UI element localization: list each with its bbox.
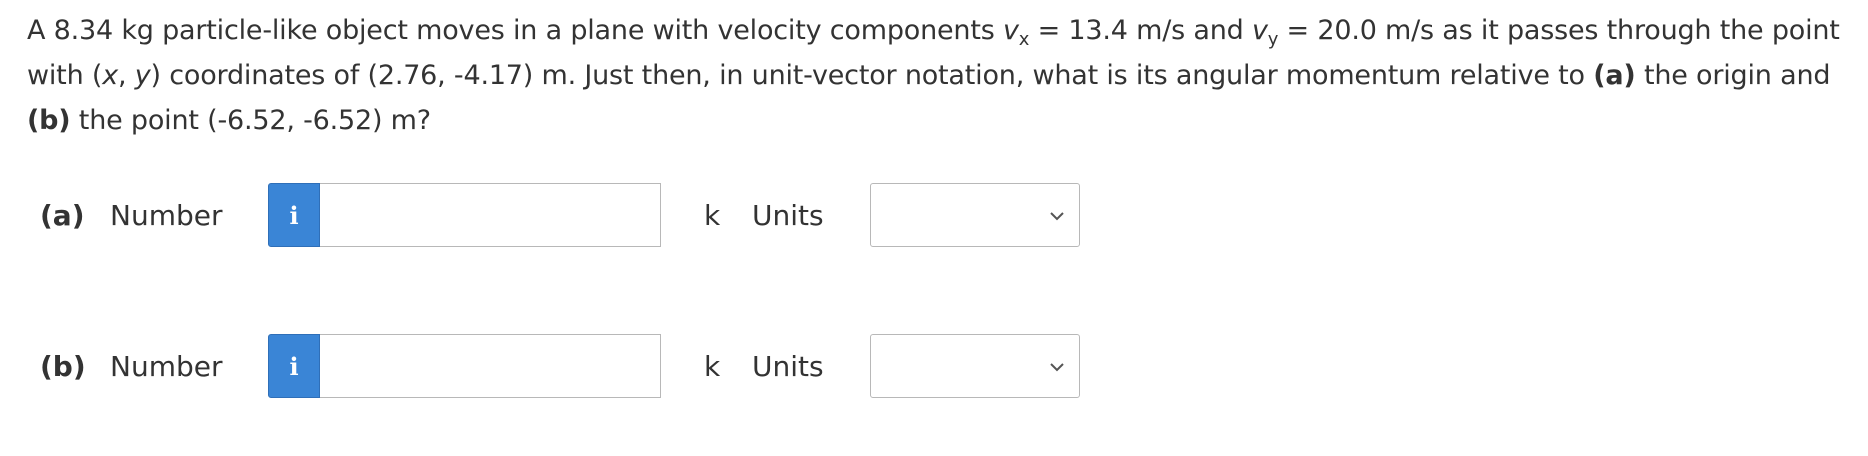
number-label: Number [110,199,223,232]
chevron-down-icon [1050,363,1064,372]
question-line-1: A 8.34 kg particle-like object moves in … [27,8,1867,53]
part-a-marker: (a) [1593,60,1636,91]
question-text-segment: the point (-6.52, -6.52) m? [70,105,431,136]
question-line-3: (b) the point (-6.52, -6.52) m? [27,98,1867,143]
velocity-symbol: v [1251,15,1268,46]
number-input-b[interactable] [320,334,661,398]
number-input-a[interactable] [320,183,661,247]
velocity-subscript-x: x [1018,29,1030,50]
units-label: Units [752,199,824,232]
question-text-segment: the origin and [1635,60,1831,91]
velocity-subscript-y: y [1267,29,1279,50]
info-icon: i [289,200,299,230]
units-dropdown-a[interactable] [870,183,1080,247]
units-label: Units [752,350,824,383]
chevron-down-icon [1050,212,1064,221]
part-label: (b) [40,350,86,383]
info-button[interactable]: i [268,183,320,247]
answer-row-b: (b) Number i k Units [0,334,1868,400]
question-text: A 8.34 kg particle-like object moves in … [27,8,1867,143]
question-text-segment: with ( [27,60,103,91]
question-text-segment: = 13.4 m/s and [1029,15,1252,46]
question-text-segment: A 8.34 kg particle-like object moves in … [27,15,1003,46]
number-label: Number [110,350,223,383]
unit-vector-label: k [704,350,721,383]
units-dropdown-b[interactable] [870,334,1080,398]
answer-row-a: (a) Number i k Units [0,183,1868,249]
unit-vector-label: k [704,199,721,232]
part-b-marker: (b) [27,105,71,136]
part-label: (a) [40,199,85,232]
question-text-segment: = 20.0 m/s as it passes through the poin… [1278,15,1840,46]
coordinate-x-symbol: x [102,60,118,91]
question-text-segment: , [117,60,135,91]
coordinate-y-symbol: y [134,60,151,91]
velocity-symbol: v [1002,15,1019,46]
info-icon: i [289,351,299,381]
question-line-2: with (x, y) coordinates of (2.76, -4.17)… [27,53,1867,98]
info-button[interactable]: i [268,334,320,398]
question-text-segment: ) coordinates of (2.76, -4.17) m. Just t… [150,60,1594,91]
